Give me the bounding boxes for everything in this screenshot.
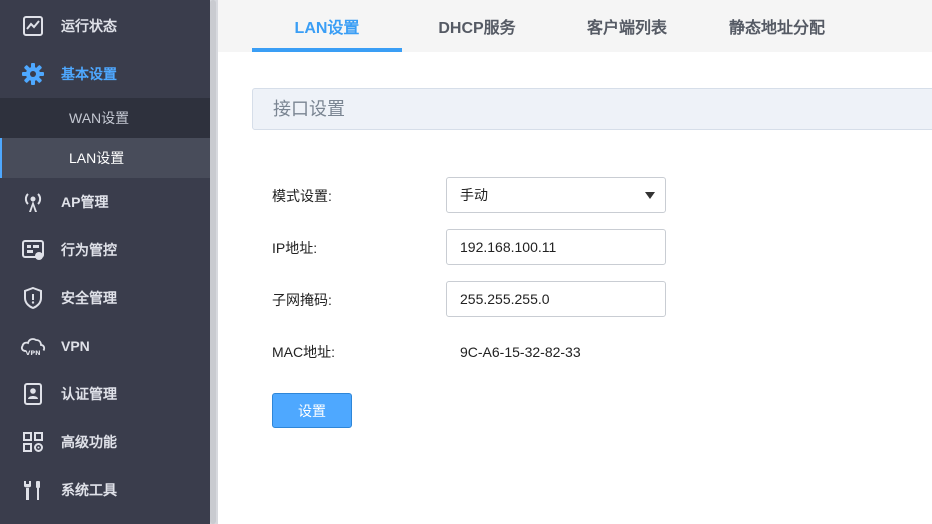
sidebar-item-status[interactable]: 运行状态 — [0, 2, 210, 50]
tab-dhcp-service[interactable]: DHCP服务 — [402, 0, 552, 52]
sidebar-subitem-wan[interactable]: WAN设置 — [0, 98, 210, 138]
tab-static-address[interactable]: 静态地址分配 — [702, 0, 852, 52]
sidebar: 运行状态 基本设置 WAN设置 LAN设置 AP管理 行为管控 安全管理 VPN — [0, 0, 210, 524]
sidebar-item-ap[interactable]: AP管理 — [0, 178, 210, 226]
shield-icon — [20, 285, 46, 311]
sidebar-scrollbar[interactable] — [210, 0, 216, 524]
mode-label: 模式设置: — [272, 188, 332, 204]
save-button[interactable]: 设置 — [272, 393, 352, 428]
ip-address-input[interactable]: 192.168.100.11 — [446, 229, 666, 265]
control-panel-icon — [20, 237, 46, 263]
sidebar-item-label: AP管理 — [61, 194, 109, 210]
id-badge-icon — [20, 381, 46, 407]
antenna-icon — [20, 189, 46, 215]
sidebar-subitem-label: LAN设置 — [69, 150, 125, 166]
sidebar-item-label: 系统工具 — [61, 482, 117, 498]
svg-text:VPN: VPN — [25, 349, 40, 357]
section-title: 接口设置 — [273, 99, 345, 119]
sidebar-item-label: 高级功能 — [61, 434, 117, 450]
ip-label: IP地址: — [272, 240, 318, 256]
chevron-down-icon — [645, 192, 655, 199]
monitor-chart-icon — [20, 13, 46, 39]
sidebar-item-label: 行为管控 — [61, 242, 117, 258]
sidebar-item-label: 基本设置 — [61, 66, 117, 82]
mode-select[interactable]: 手动 — [446, 177, 666, 213]
sidebar-item-label: 安全管理 — [61, 290, 117, 306]
mode-select-value: 手动 — [460, 187, 488, 203]
sidebar-item-label: 认证管理 — [61, 386, 117, 402]
sidebar-subitem-lan[interactable]: LAN设置 — [0, 138, 210, 178]
sidebar-item-vpn[interactable]: VPN VPN — [0, 322, 210, 370]
mac-address-value: 9C-A6-15-32-82-33 — [460, 344, 581, 360]
section-header: 接口设置 — [252, 88, 932, 130]
sidebar-item-behavior[interactable]: 行为管控 — [0, 226, 210, 274]
sidebar-item-tools[interactable]: 系统工具 — [0, 466, 210, 514]
mask-label: 子网掩码: — [272, 292, 332, 308]
sidebar-item-advanced[interactable]: 高级功能 — [0, 418, 210, 466]
tools-icon — [20, 477, 46, 503]
active-tab-indicator — [252, 48, 402, 52]
subnet-mask-input[interactable]: 255.255.255.0 — [446, 281, 666, 317]
mac-label: MAC地址: — [272, 344, 335, 360]
sidebar-item-auth[interactable]: 认证管理 — [0, 370, 210, 418]
sidebar-subitem-label: WAN设置 — [69, 110, 130, 126]
tab-client-list[interactable]: 客户端列表 — [552, 0, 702, 52]
tab-lan-settings[interactable]: LAN设置 — [252, 0, 402, 52]
ip-address-value: 192.168.100.11 — [460, 239, 557, 255]
sidebar-item-label: 运行状态 — [61, 18, 117, 34]
grid-gear-icon — [20, 429, 46, 455]
gear-icon — [20, 61, 46, 87]
subnet-mask-value: 255.255.255.0 — [460, 291, 550, 307]
vpn-cloud-icon: VPN — [20, 333, 46, 359]
sidebar-item-security[interactable]: 安全管理 — [0, 274, 210, 322]
sidebar-item-basic-settings[interactable]: 基本设置 — [0, 50, 210, 98]
sidebar-item-label: VPN — [61, 338, 90, 354]
